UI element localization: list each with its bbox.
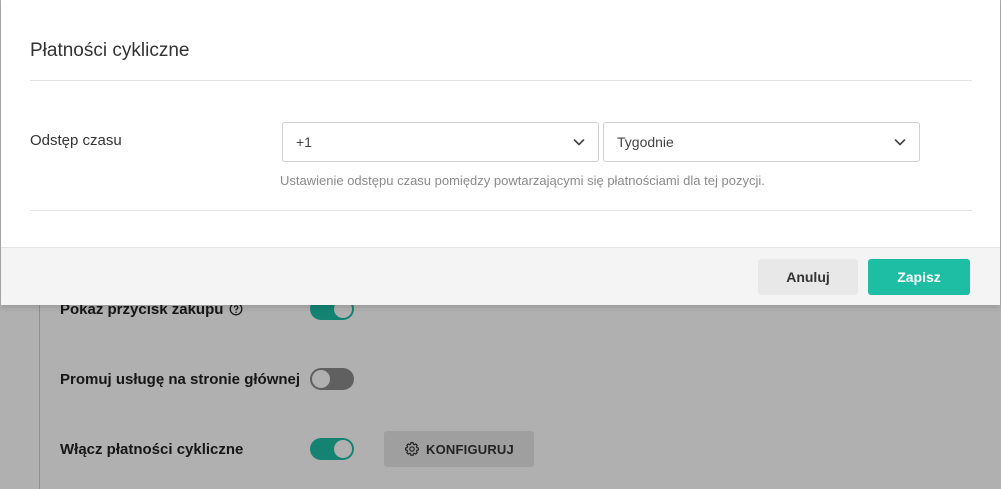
interval-help-text: Ustawienie odstępu czasu pomiędzy powtar… [280, 173, 765, 188]
chevron-down-icon [572, 135, 586, 149]
interval-period-select[interactable]: Tygodnie [603, 122, 920, 162]
interval-field-label: Odstęp czasu [30, 132, 122, 149]
header-divider [30, 80, 972, 81]
interval-period-value: Tygodnie [617, 134, 674, 150]
cancel-button[interactable]: Anuluj [758, 259, 858, 295]
save-button[interactable]: Zapisz [868, 259, 970, 295]
chevron-down-icon [893, 135, 907, 149]
modal-footer: Anuluj Zapisz [1, 247, 1000, 305]
interval-amount-value: +1 [296, 134, 312, 150]
modal-title: Płatności cykliczne [30, 40, 190, 61]
recurring-payments-modal: Płatności cykliczne Odstęp czasu +1 Tygo… [1, 0, 1000, 305]
interval-amount-select[interactable]: +1 [282, 122, 599, 162]
body-divider [30, 210, 972, 211]
